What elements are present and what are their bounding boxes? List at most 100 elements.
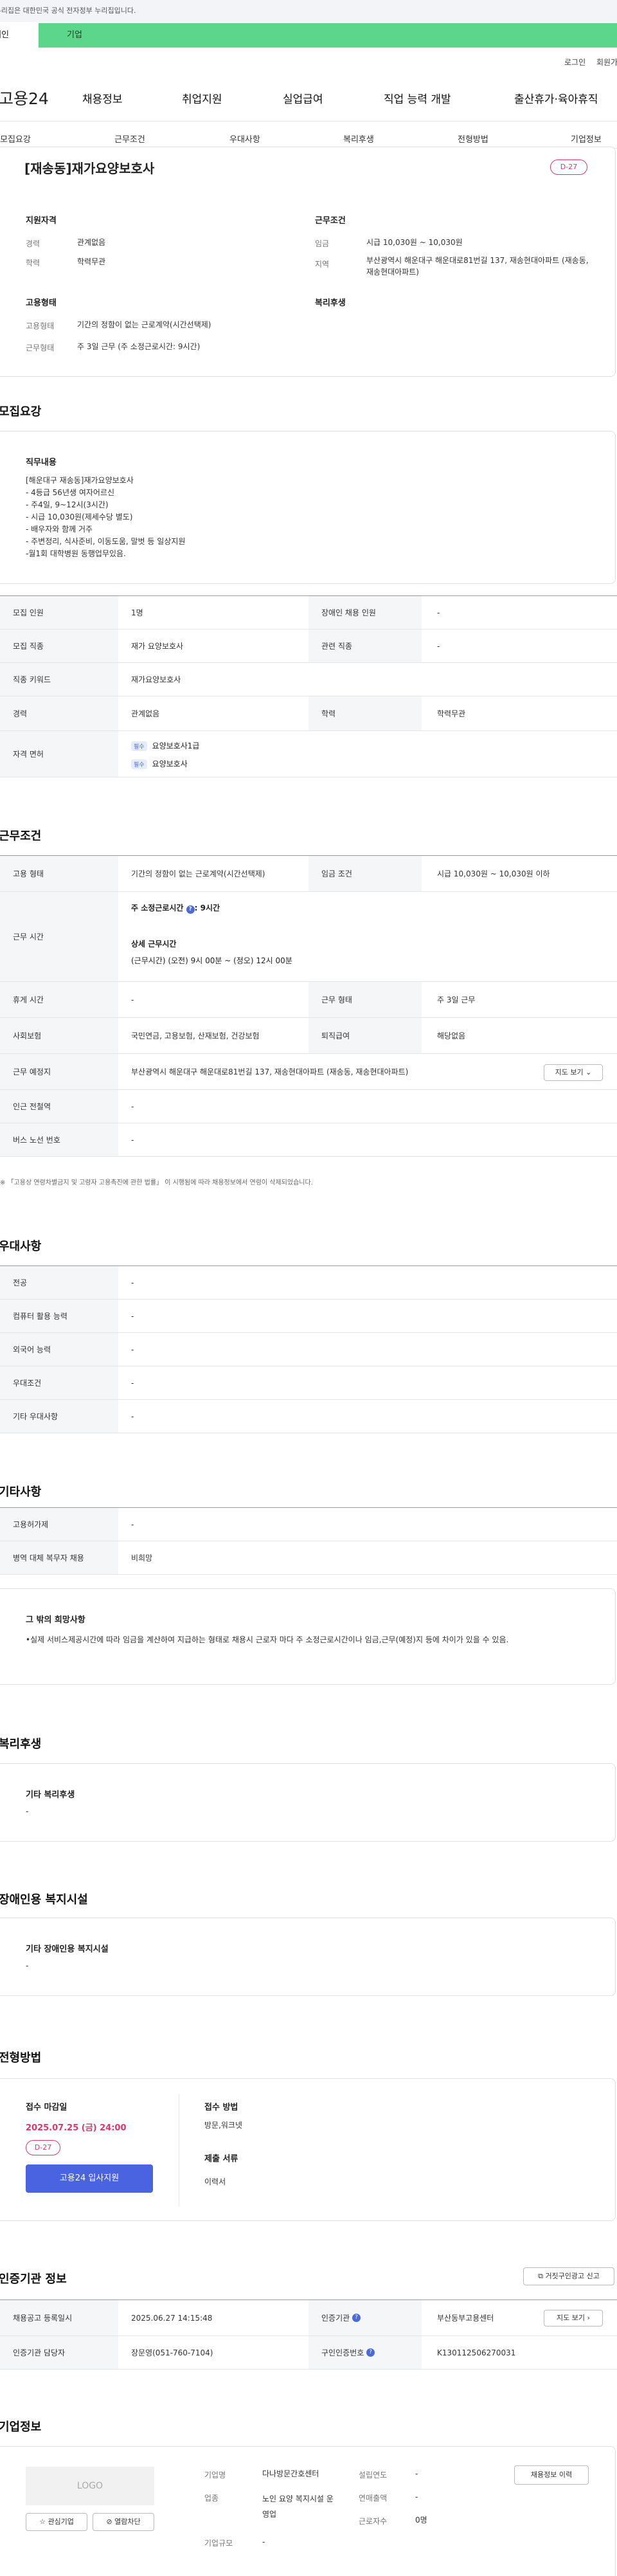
table-header-cell: 우대조건 bbox=[0, 1366, 118, 1399]
year-value: - bbox=[415, 2469, 418, 2478]
required-badge: 필수 bbox=[131, 759, 147, 769]
table-row: 고용 형태 기간의 정함이 없는 근로계약(시간선택제) 임금 조건 시급 10,0… bbox=[0, 856, 617, 892]
job-title: [재송동]재가요양보호사 bbox=[24, 161, 155, 176]
table-value-cell: - bbox=[437, 608, 440, 617]
docs-value: 이력서 bbox=[204, 2177, 226, 2186]
table-row: 버스 노선 번호 - bbox=[0, 1123, 617, 1157]
info-icon[interactable]: ? bbox=[186, 905, 195, 914]
table-value-cell: - bbox=[131, 1519, 134, 1529]
dday-badge: D-27 bbox=[550, 159, 587, 175]
hiring-history-button[interactable]: 채용정보 이력 bbox=[514, 2465, 589, 2485]
subnav-company[interactable]: 기업정보 bbox=[571, 132, 602, 145]
work-type-label: 근무형태 bbox=[26, 343, 55, 352]
table-row: 채용공고 등록일시 2025.06.27 14:15:48 인증기관 ? 부산동부… bbox=[0, 2300, 617, 2336]
table-header-cell: 모집 인원 bbox=[0, 596, 118, 629]
table-row: 병역 대체 복무자 채용 비희망 bbox=[0, 1541, 617, 1575]
gov-banner: 이 누리집은 대한민국 공식 전자정부 누리집입니다. bbox=[0, 0, 617, 22]
table-value-cell: 부산광역시 해운대구 해운대로81번길 137, 재송현대아파트 (재송동, 재… bbox=[131, 1067, 409, 1076]
site-logo[interactable]: 고용24 bbox=[0, 86, 49, 109]
table-value-cell: - bbox=[131, 1378, 134, 1388]
welfare-sub: 기타 복리후생 bbox=[26, 1790, 75, 1800]
table-value-cell: - bbox=[131, 1411, 134, 1421]
table-value-cell: - bbox=[437, 641, 440, 651]
table-row: 외국어 능력 - bbox=[0, 1333, 617, 1366]
dday-badge: D-27 bbox=[26, 2140, 60, 2155]
disabled-value: - bbox=[26, 1961, 29, 1970]
table-row: 휴게 시간 - 근무 형태 주 3일 근무 bbox=[0, 982, 617, 1018]
service-tabs: 개인 기업 bbox=[0, 23, 617, 48]
other-text: •실제 서비스제공시간에 따라 임금을 계산하여 지급하는 형태로 채용시 근로… bbox=[26, 1635, 509, 1644]
table-value-cell: - bbox=[131, 1345, 134, 1354]
career-label: 경력 bbox=[26, 239, 40, 248]
map-button[interactable]: 지도 보기 ⌄ bbox=[544, 1064, 603, 1081]
table-header-cell: 경력 bbox=[0, 696, 118, 730]
section-preference-title: 우대사항 bbox=[0, 1240, 42, 1253]
table-row: 경력 관계없음 학력 학력무관 bbox=[0, 696, 617, 731]
subnav-recruit[interactable]: 모집요강 bbox=[0, 132, 31, 145]
duty-text: [해운대구 재송동]재가요양보호사 - 4등급 56년생 여자어르신 - 주4일… bbox=[26, 476, 186, 558]
section-etc-title: 기타사항 bbox=[0, 1485, 42, 1499]
docs-heading: 제출 서류 bbox=[204, 2154, 238, 2164]
tab-personal[interactable]: 개인 bbox=[0, 23, 39, 48]
table-header-cell: 장애인 채용 인원 bbox=[308, 596, 422, 629]
emp-type-value: 기간의 정함이 없는 근로계약(시간선택제) bbox=[77, 320, 211, 329]
subnav-welfare[interactable]: 복리후생 bbox=[343, 132, 374, 145]
tab-company[interactable]: 기업 bbox=[67, 23, 82, 48]
apply-button[interactable]: 고용24 입사지원 bbox=[26, 2164, 153, 2193]
gnb-training[interactable]: 직업 능력 개발 bbox=[384, 90, 451, 106]
table-header-cell: 임금 조건 bbox=[308, 856, 422, 891]
info-icon[interactable]: ? bbox=[366, 2348, 375, 2357]
chevron-down-icon: ⌄ bbox=[586, 1068, 592, 1076]
gnb-job[interactable]: 채용정보 bbox=[82, 90, 123, 106]
wage-value: 시급 10,030원 ~ 10,030원 bbox=[366, 238, 463, 247]
table-row: 직종 키워드 재가요양보호사 bbox=[0, 663, 617, 696]
size-label: 기업규모 bbox=[204, 2539, 233, 2548]
welfare-value: - bbox=[26, 1807, 29, 1816]
sales-value: - bbox=[415, 2492, 418, 2501]
table-row: 컴퓨터 활용 능력 - bbox=[0, 1300, 617, 1333]
gnb-unemployment[interactable]: 실업급여 bbox=[283, 90, 323, 106]
deadline-heading: 접수 마감일 bbox=[26, 2103, 67, 2112]
welfare-heading: 복리후생 bbox=[315, 298, 346, 308]
divider bbox=[0, 121, 617, 122]
table-header-cell: 고용 형태 bbox=[0, 856, 118, 891]
table-row: 기타 우대사항 - bbox=[0, 1400, 617, 1433]
subnav-screening[interactable]: 전형방법 bbox=[458, 132, 488, 145]
login-link[interactable]: 로그인 bbox=[564, 57, 586, 68]
table-header-cell: 구인인증번호 ? bbox=[308, 2336, 422, 2369]
gnb-parental-leave[interactable]: 출산휴가·육아휴직 bbox=[514, 90, 598, 106]
block-icon: ⊘ bbox=[106, 2517, 112, 2526]
table-row: 고용허가제 - bbox=[0, 1508, 617, 1541]
region-value: 부산광역시 해운대구 해운대로81번길 137, 재송현대아파트 (재송동, 재… bbox=[366, 256, 589, 277]
agency-map-button[interactable]: 지도 보기 › bbox=[544, 2310, 603, 2327]
favorite-company-button[interactable]: ☆ 관심기업 bbox=[26, 2513, 87, 2531]
block-view-button[interactable]: ⊘ 열람차단 bbox=[93, 2513, 154, 2531]
report-button[interactable]: ⧉ 거짓구인광고 신고 bbox=[523, 2267, 614, 2285]
subnav-preference[interactable]: 우대사항 bbox=[229, 132, 260, 145]
table-header-cell: 자격 면허 bbox=[0, 731, 118, 777]
industry-value: 노인 요양 복지시설 운영업 bbox=[262, 2494, 334, 2519]
table-value-cell: - bbox=[131, 1102, 134, 1111]
table-value-cell: 시급 10,030원 ~ 10,030원 이하 bbox=[437, 869, 550, 878]
disabled-card bbox=[0, 1918, 616, 1996]
industry-label: 업종 bbox=[204, 2494, 219, 2503]
table-row: 모집 인원 1명 장애인 채용 인원 - bbox=[0, 596, 617, 630]
table-value-cell: - bbox=[131, 1311, 134, 1321]
star-icon: ☆ bbox=[39, 2517, 46, 2526]
table-header-cell: 병역 대체 복무자 채용 bbox=[0, 1541, 118, 1574]
table-header-cell: 외국어 능력 bbox=[0, 1333, 118, 1366]
table-value-cell: - bbox=[131, 1278, 134, 1287]
table-value-cell: 장문영(051-760-7104) bbox=[131, 2348, 213, 2357]
section-company-title: 기업정보 bbox=[0, 2420, 42, 2434]
gnb-employment-support[interactable]: 취업지원 bbox=[182, 90, 222, 106]
subnav-conditions[interactable]: 근무조건 bbox=[114, 132, 145, 145]
emp-heading: 고용형태 bbox=[26, 298, 57, 308]
table-row: 근무 예정지 부산광역시 해운대구 해운대로81번길 137, 재송현대아파트 (… bbox=[0, 1054, 617, 1090]
table-header-cell: 휴게 시간 bbox=[0, 982, 118, 1017]
table-header-cell: 전공 bbox=[0, 1266, 118, 1299]
join-link[interactable]: 회원가입 bbox=[596, 57, 617, 68]
table-value-cell: K130112506270031 bbox=[437, 2348, 516, 2357]
disabled-sub: 기타 장애인용 복지시설 bbox=[26, 1945, 109, 1954]
table-header-cell: 컴퓨터 활용 능력 bbox=[0, 1300, 118, 1332]
info-icon[interactable]: ? bbox=[352, 2314, 361, 2322]
